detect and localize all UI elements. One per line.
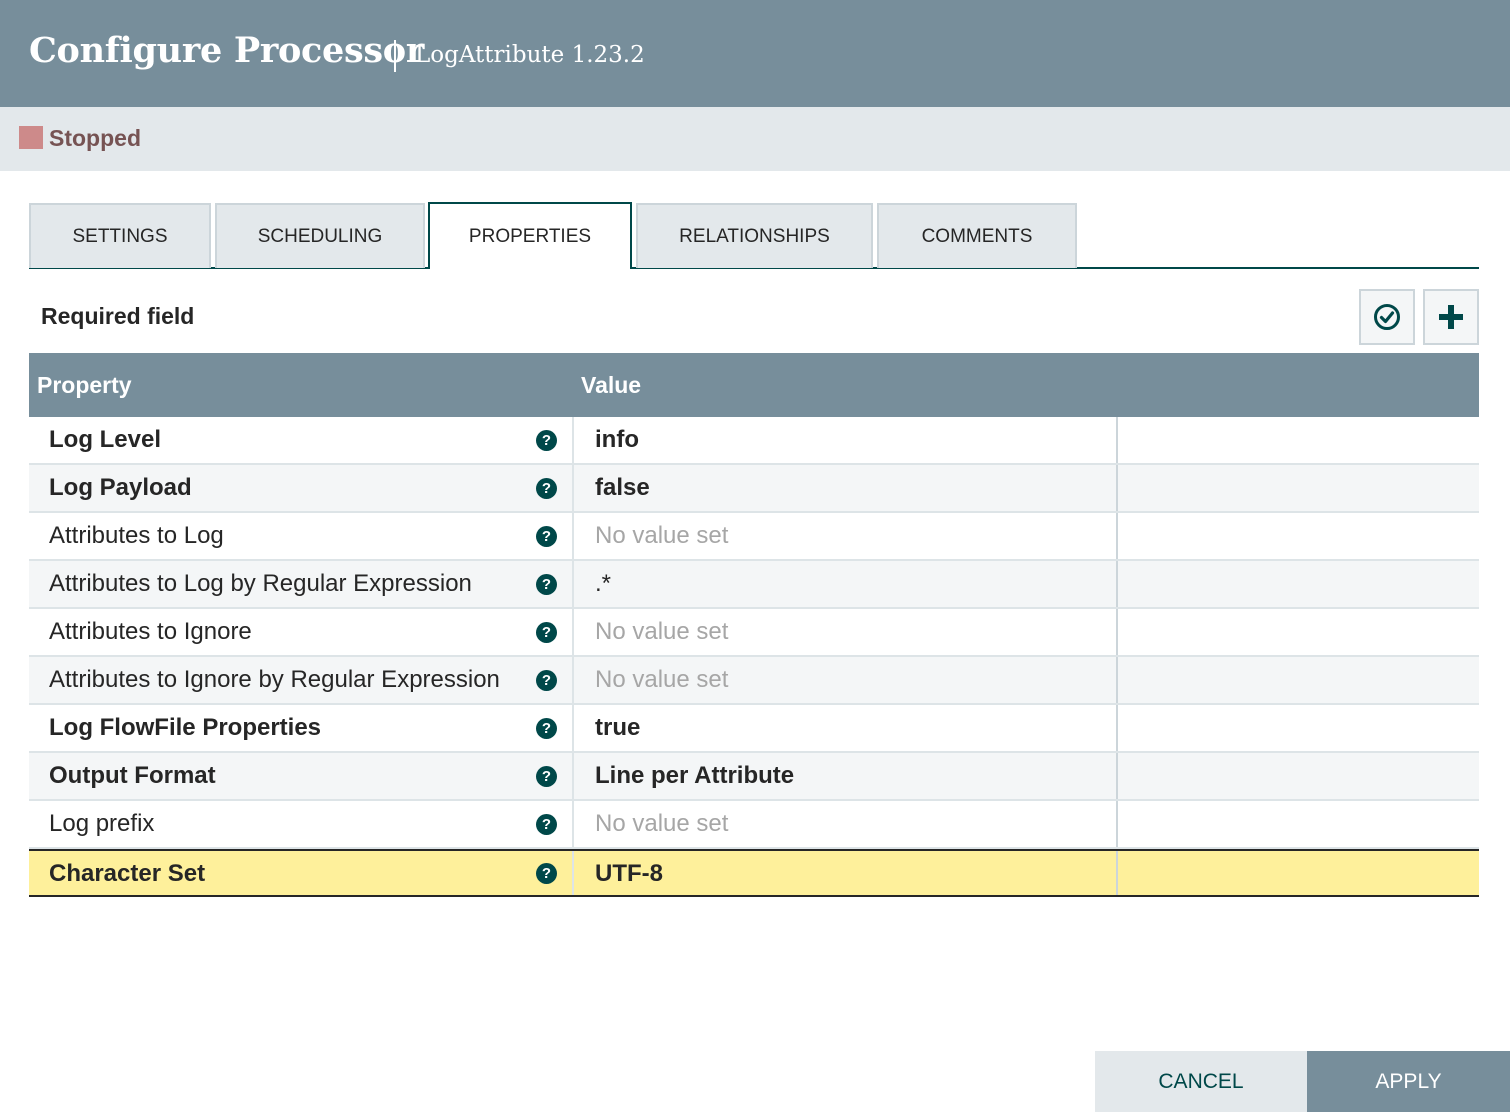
- property-name: Attributes to Ignore by Regular Expressi…: [49, 666, 500, 693]
- dialog-title: Configure Processor: [29, 30, 424, 71]
- column-divider: [572, 851, 574, 895]
- property-name: Log Level: [49, 426, 162, 453]
- column-header-value[interactable]: Value: [581, 353, 641, 417]
- property-value[interactable]: false: [595, 465, 650, 511]
- property-value[interactable]: No value set: [595, 513, 728, 559]
- table-row[interactable]: Attributes to Log ? No value set: [29, 513, 1479, 561]
- column-divider: [572, 801, 574, 847]
- apply-button[interactable]: APPLY: [1307, 1051, 1510, 1112]
- run-status-label: Stopped: [49, 125, 141, 151]
- column-divider: [572, 417, 574, 463]
- tab-bar: SETTINGS SCHEDULING PROPERTIES RELATIONS…: [29, 202, 1479, 269]
- tab-comments[interactable]: COMMENTS: [877, 203, 1077, 268]
- property-name: Character Set: [49, 860, 206, 887]
- title-divider: [394, 40, 396, 72]
- column-divider: [1116, 417, 1118, 463]
- table-row[interactable]: Attributes to Log by Regular Expression …: [29, 561, 1479, 609]
- column-divider: [1116, 465, 1118, 511]
- property-name: Attributes to Log by Regular Expression: [49, 570, 472, 597]
- help-icon[interactable]: ?: [536, 766, 557, 787]
- tab-relationships[interactable]: RELATIONSHIPS: [636, 203, 873, 268]
- add-property-button[interactable]: [1423, 289, 1479, 345]
- property-value[interactable]: Line per Attribute: [595, 753, 794, 799]
- help-icon[interactable]: ?: [536, 430, 557, 451]
- cancel-button[interactable]: CANCEL: [1095, 1051, 1307, 1112]
- property-name: Attributes to Log: [49, 522, 224, 549]
- column-divider: [1116, 851, 1118, 895]
- property-name: Output Format: [49, 762, 216, 789]
- required-field-label: Required field: [41, 303, 195, 329]
- help-icon[interactable]: ?: [536, 863, 557, 884]
- column-divider: [1116, 561, 1118, 607]
- help-icon[interactable]: ?: [536, 526, 557, 547]
- property-value[interactable]: No value set: [595, 657, 728, 703]
- plus-icon: [1439, 305, 1463, 329]
- help-icon[interactable]: ?: [536, 670, 557, 691]
- tab-scheduling[interactable]: SCHEDULING: [215, 203, 425, 268]
- properties-table: Property Value Log Level ? info Log Payl…: [29, 353, 1479, 897]
- property-name: Log FlowFile Properties: [49, 714, 322, 741]
- table-row[interactable]: Attributes to Ignore by Regular Expressi…: [29, 657, 1479, 705]
- property-value[interactable]: UTF-8: [595, 851, 663, 897]
- property-name: Log Payload: [49, 474, 192, 501]
- table-row[interactable]: Log Level ? info: [29, 417, 1479, 465]
- property-name: Attributes to Ignore: [49, 618, 252, 645]
- column-divider: [572, 609, 574, 655]
- status-bar: [0, 107, 1510, 171]
- help-icon[interactable]: ?: [536, 478, 557, 499]
- property-value[interactable]: true: [595, 705, 640, 751]
- property-value[interactable]: No value set: [595, 801, 728, 847]
- help-icon[interactable]: ?: [536, 622, 557, 643]
- column-divider: [572, 513, 574, 559]
- property-name: Log prefix: [49, 810, 155, 837]
- column-divider: [1116, 753, 1118, 799]
- property-value[interactable]: info: [595, 417, 639, 463]
- check-circle-icon: [1374, 304, 1400, 330]
- table-header: Property Value: [29, 353, 1479, 417]
- table-row[interactable]: Output Format ? Line per Attribute: [29, 753, 1479, 801]
- help-icon[interactable]: ?: [536, 574, 557, 595]
- column-divider: [572, 561, 574, 607]
- column-divider: [1116, 657, 1118, 703]
- column-divider: [572, 465, 574, 511]
- table-row[interactable]: Log FlowFile Properties ? true: [29, 705, 1479, 753]
- property-value[interactable]: No value set: [595, 609, 728, 655]
- table-row[interactable]: Attributes to Ignore ? No value set: [29, 609, 1479, 657]
- column-divider: [572, 753, 574, 799]
- table-row[interactable]: Log prefix ? No value set: [29, 801, 1479, 849]
- table-row-selected[interactable]: Character Set ? UTF-8: [29, 849, 1479, 897]
- table-row[interactable]: Log Payload ? false: [29, 465, 1479, 513]
- column-divider: [572, 705, 574, 751]
- verify-properties-button[interactable]: [1359, 289, 1415, 345]
- column-divider: [1116, 801, 1118, 847]
- stopped-status-icon: [19, 126, 43, 149]
- column-divider: [1116, 513, 1118, 559]
- tab-properties[interactable]: PROPERTIES: [428, 202, 632, 269]
- column-divider: [572, 657, 574, 703]
- processor-type-label: LogAttribute 1.23.2: [415, 42, 645, 68]
- help-icon[interactable]: ?: [536, 814, 557, 835]
- help-icon[interactable]: ?: [536, 718, 557, 739]
- property-value[interactable]: .*: [595, 561, 611, 607]
- column-header-property[interactable]: Property: [37, 353, 132, 417]
- column-divider: [1116, 609, 1118, 655]
- dialog-header: Configure Processor LogAttribute 1.23.2: [0, 0, 1510, 107]
- column-divider: [1116, 705, 1118, 751]
- tab-settings[interactable]: SETTINGS: [29, 203, 211, 268]
